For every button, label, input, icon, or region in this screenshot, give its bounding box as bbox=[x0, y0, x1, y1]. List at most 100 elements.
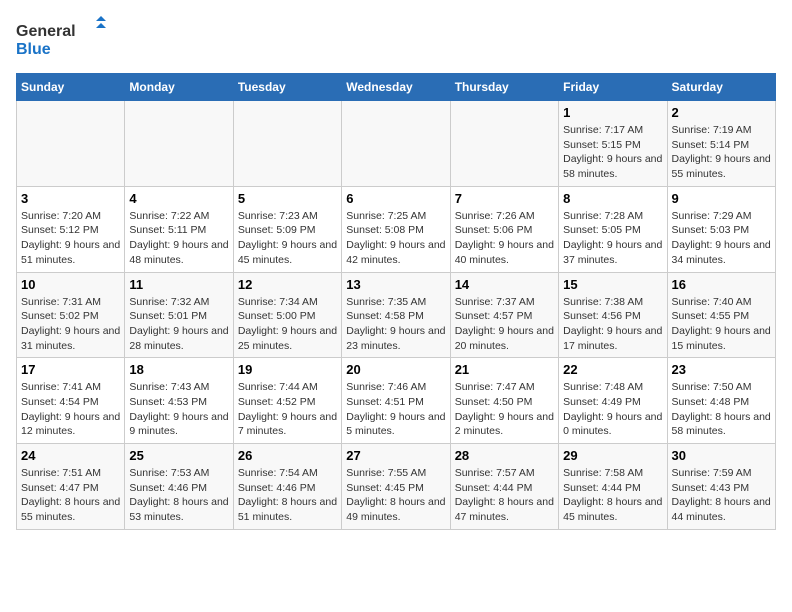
weekday-header-monday: Monday bbox=[125, 74, 233, 101]
day-info: Sunrise: 7:48 AM Sunset: 4:49 PM Dayligh… bbox=[563, 380, 662, 439]
day-number: 17 bbox=[21, 362, 120, 377]
day-info: Sunrise: 7:31 AM Sunset: 5:02 PM Dayligh… bbox=[21, 295, 120, 354]
day-info: Sunrise: 7:37 AM Sunset: 4:57 PM Dayligh… bbox=[455, 295, 554, 354]
day-info: Sunrise: 7:41 AM Sunset: 4:54 PM Dayligh… bbox=[21, 380, 120, 439]
day-info: Sunrise: 7:58 AM Sunset: 4:44 PM Dayligh… bbox=[563, 466, 662, 525]
day-info: Sunrise: 7:38 AM Sunset: 4:56 PM Dayligh… bbox=[563, 295, 662, 354]
day-number: 3 bbox=[21, 191, 120, 206]
day-number: 20 bbox=[346, 362, 445, 377]
day-number: 13 bbox=[346, 277, 445, 292]
day-info: Sunrise: 7:40 AM Sunset: 4:55 PM Dayligh… bbox=[672, 295, 771, 354]
day-info: Sunrise: 7:29 AM Sunset: 5:03 PM Dayligh… bbox=[672, 209, 771, 268]
day-number: 12 bbox=[238, 277, 337, 292]
day-info: Sunrise: 7:28 AM Sunset: 5:05 PM Dayligh… bbox=[563, 209, 662, 268]
day-number: 25 bbox=[129, 448, 228, 463]
header: General Blue bbox=[16, 16, 776, 61]
day-cell: 19Sunrise: 7:44 AM Sunset: 4:52 PM Dayli… bbox=[233, 358, 341, 444]
logo: General Blue bbox=[16, 16, 106, 61]
day-cell: 26 Sunrise: 7:54 AM Sunset: 4:46 PM Dayli… bbox=[233, 444, 341, 530]
day-cell: 18 Sunrise: 7:43 AM Sunset: 4:53 PM Dayli… bbox=[125, 358, 233, 444]
day-info: Sunrise: 7:54 AM Sunset: 4:46 PM Dayligh… bbox=[238, 466, 337, 525]
weekday-header-sunday: Sunday bbox=[17, 74, 125, 101]
day-number: 23 bbox=[672, 362, 771, 377]
svg-text:Blue: Blue bbox=[16, 41, 51, 58]
day-cell: 12 Sunrise: 7:34 AM Sunset: 5:00 PM Dayli… bbox=[233, 272, 341, 358]
day-info: Sunrise: 7:43 AM Sunset: 4:53 PM Dayligh… bbox=[129, 380, 228, 439]
day-number: 16 bbox=[672, 277, 771, 292]
day-info: Sunrise: 7:47 AM Sunset: 4:50 PM Dayligh… bbox=[455, 380, 554, 439]
day-cell: 24Sunrise: 7:51 AM Sunset: 4:47 PM Dayli… bbox=[17, 444, 125, 530]
calendar-table: SundayMondayTuesdayWednesdayThursdayFrid… bbox=[16, 73, 776, 530]
day-cell: 25 Sunrise: 7:53 AM Sunset: 4:46 PM Dayli… bbox=[125, 444, 233, 530]
weekday-header-thursday: Thursday bbox=[450, 74, 558, 101]
day-cell: 23Sunrise: 7:50 AM Sunset: 4:48 PM Dayli… bbox=[667, 358, 775, 444]
day-number: 28 bbox=[455, 448, 554, 463]
day-cell: 28 Sunrise: 7:57 AM Sunset: 4:44 PM Dayli… bbox=[450, 444, 558, 530]
day-cell bbox=[17, 101, 125, 187]
day-cell: 14 Sunrise: 7:37 AM Sunset: 4:57 PM Dayli… bbox=[450, 272, 558, 358]
day-number: 26 bbox=[238, 448, 337, 463]
day-cell: 3 Sunrise: 7:20 AM Sunset: 5:12 PM Daylig… bbox=[17, 186, 125, 272]
day-cell: 15 Sunrise: 7:38 AM Sunset: 4:56 PM Dayli… bbox=[559, 272, 667, 358]
day-number: 7 bbox=[455, 191, 554, 206]
day-cell bbox=[125, 101, 233, 187]
day-number: 22 bbox=[563, 362, 662, 377]
day-info: Sunrise: 7:23 AM Sunset: 5:09 PM Dayligh… bbox=[238, 209, 337, 268]
day-number: 4 bbox=[129, 191, 228, 206]
day-number: 2 bbox=[672, 105, 771, 120]
weekday-header-wednesday: Wednesday bbox=[342, 74, 450, 101]
day-cell: 7 Sunrise: 7:26 AM Sunset: 5:06 PM Daylig… bbox=[450, 186, 558, 272]
day-info: Sunrise: 7:59 AM Sunset: 4:43 PM Dayligh… bbox=[672, 466, 771, 525]
day-number: 6 bbox=[346, 191, 445, 206]
day-info: Sunrise: 7:35 AM Sunset: 4:58 PM Dayligh… bbox=[346, 295, 445, 354]
weekday-header-tuesday: Tuesday bbox=[233, 74, 341, 101]
day-info: Sunrise: 7:25 AM Sunset: 5:08 PM Dayligh… bbox=[346, 209, 445, 268]
day-cell: 11 Sunrise: 7:32 AM Sunset: 5:01 PM Dayli… bbox=[125, 272, 233, 358]
day-number: 11 bbox=[129, 277, 228, 292]
day-number: 15 bbox=[563, 277, 662, 292]
weekday-header-friday: Friday bbox=[559, 74, 667, 101]
day-cell: 1 Sunrise: 7:17 AM Sunset: 5:15 PM Daylig… bbox=[559, 101, 667, 187]
day-cell: 13 Sunrise: 7:35 AM Sunset: 4:58 PM Dayli… bbox=[342, 272, 450, 358]
day-cell: 4 Sunrise: 7:22 AM Sunset: 5:11 PM Daylig… bbox=[125, 186, 233, 272]
day-cell bbox=[233, 101, 341, 187]
day-cell: 5 Sunrise: 7:23 AM Sunset: 5:09 PM Daylig… bbox=[233, 186, 341, 272]
day-cell: 10 Sunrise: 7:31 AM Sunset: 5:02 PM Dayli… bbox=[17, 272, 125, 358]
day-number: 14 bbox=[455, 277, 554, 292]
day-info: Sunrise: 7:26 AM Sunset: 5:06 PM Dayligh… bbox=[455, 209, 554, 268]
day-info: Sunrise: 7:22 AM Sunset: 5:11 PM Dayligh… bbox=[129, 209, 228, 268]
day-number: 5 bbox=[238, 191, 337, 206]
day-number: 1 bbox=[563, 105, 662, 120]
day-number: 19 bbox=[238, 362, 337, 377]
day-number: 8 bbox=[563, 191, 662, 206]
week-row-2: 3 Sunrise: 7:20 AM Sunset: 5:12 PM Daylig… bbox=[17, 186, 776, 272]
svg-text:General: General bbox=[16, 23, 76, 40]
day-cell: 30 Sunrise: 7:59 AM Sunset: 4:43 PM Dayli… bbox=[667, 444, 775, 530]
day-cell: 29Sunrise: 7:58 AM Sunset: 4:44 PM Dayli… bbox=[559, 444, 667, 530]
day-info: Sunrise: 7:51 AM Sunset: 4:47 PM Dayligh… bbox=[21, 466, 120, 525]
day-info: Sunrise: 7:55 AM Sunset: 4:45 PM Dayligh… bbox=[346, 466, 445, 525]
day-cell: 21 Sunrise: 7:47 AM Sunset: 4:50 PM Dayli… bbox=[450, 358, 558, 444]
day-cell: 2 Sunrise: 7:19 AM Sunset: 5:14 PM Daylig… bbox=[667, 101, 775, 187]
day-info: Sunrise: 7:53 AM Sunset: 4:46 PM Dayligh… bbox=[129, 466, 228, 525]
day-info: Sunrise: 7:19 AM Sunset: 5:14 PM Dayligh… bbox=[672, 123, 771, 182]
day-info: Sunrise: 7:46 AM Sunset: 4:51 PM Dayligh… bbox=[346, 380, 445, 439]
day-number: 30 bbox=[672, 448, 771, 463]
day-info: Sunrise: 7:32 AM Sunset: 5:01 PM Dayligh… bbox=[129, 295, 228, 354]
day-cell: 22 Sunrise: 7:48 AM Sunset: 4:49 PM Dayli… bbox=[559, 358, 667, 444]
day-cell: 27 Sunrise: 7:55 AM Sunset: 4:45 PM Dayli… bbox=[342, 444, 450, 530]
weekday-header-saturday: Saturday bbox=[667, 74, 775, 101]
day-cell: 6 Sunrise: 7:25 AM Sunset: 5:08 PM Daylig… bbox=[342, 186, 450, 272]
day-number: 21 bbox=[455, 362, 554, 377]
day-info: Sunrise: 7:20 AM Sunset: 5:12 PM Dayligh… bbox=[21, 209, 120, 268]
day-number: 18 bbox=[129, 362, 228, 377]
week-row-1: 1 Sunrise: 7:17 AM Sunset: 5:15 PM Daylig… bbox=[17, 101, 776, 187]
day-info: Sunrise: 7:17 AM Sunset: 5:15 PM Dayligh… bbox=[563, 123, 662, 182]
week-row-4: 17 Sunrise: 7:41 AM Sunset: 4:54 PM Dayli… bbox=[17, 358, 776, 444]
week-row-3: 10 Sunrise: 7:31 AM Sunset: 5:02 PM Dayli… bbox=[17, 272, 776, 358]
logo-svg: General Blue bbox=[16, 16, 106, 61]
day-number: 10 bbox=[21, 277, 120, 292]
day-info: Sunrise: 7:57 AM Sunset: 4:44 PM Dayligh… bbox=[455, 466, 554, 525]
day-info: Sunrise: 7:34 AM Sunset: 5:00 PM Dayligh… bbox=[238, 295, 337, 354]
day-number: 27 bbox=[346, 448, 445, 463]
